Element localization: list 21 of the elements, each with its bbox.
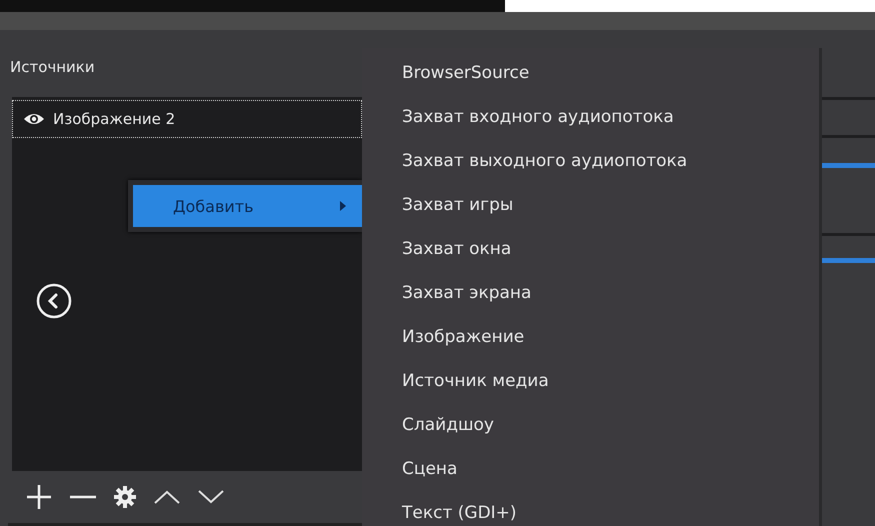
settings-icon[interactable] (114, 486, 136, 508)
menu-item[interactable]: Сцена (362, 447, 819, 491)
menu-item[interactable]: Захват игры (362, 183, 819, 227)
menu-item[interactable]: Захват входного аудиопотока (362, 95, 819, 139)
menu-item[interactable]: Захват выходного аудиопотока (362, 139, 819, 183)
eye-icon[interactable] (23, 112, 45, 126)
menu-item[interactable]: Захват окна (362, 227, 819, 271)
menu-item[interactable]: Текст (GDI+) (362, 491, 819, 526)
remove-icon[interactable] (70, 495, 96, 499)
move-down-icon[interactable] (198, 490, 224, 504)
back-icon[interactable] (36, 283, 72, 319)
source-item[interactable]: Изображение 2 (12, 100, 362, 138)
add-icon[interactable] (26, 484, 52, 510)
panel-title: Источники (9, 57, 95, 76)
move-up-icon[interactable] (154, 490, 180, 504)
menu-item[interactable]: Источник медиа (362, 359, 819, 403)
menu-item[interactable]: Изображение (362, 315, 819, 359)
menu-item[interactable]: Добавить (133, 185, 362, 227)
menu-item[interactable]: Слайдшоу (362, 403, 819, 447)
menu-item[interactable]: BrowserSource (362, 51, 819, 95)
menu-item[interactable]: Захват экрана (362, 271, 819, 315)
